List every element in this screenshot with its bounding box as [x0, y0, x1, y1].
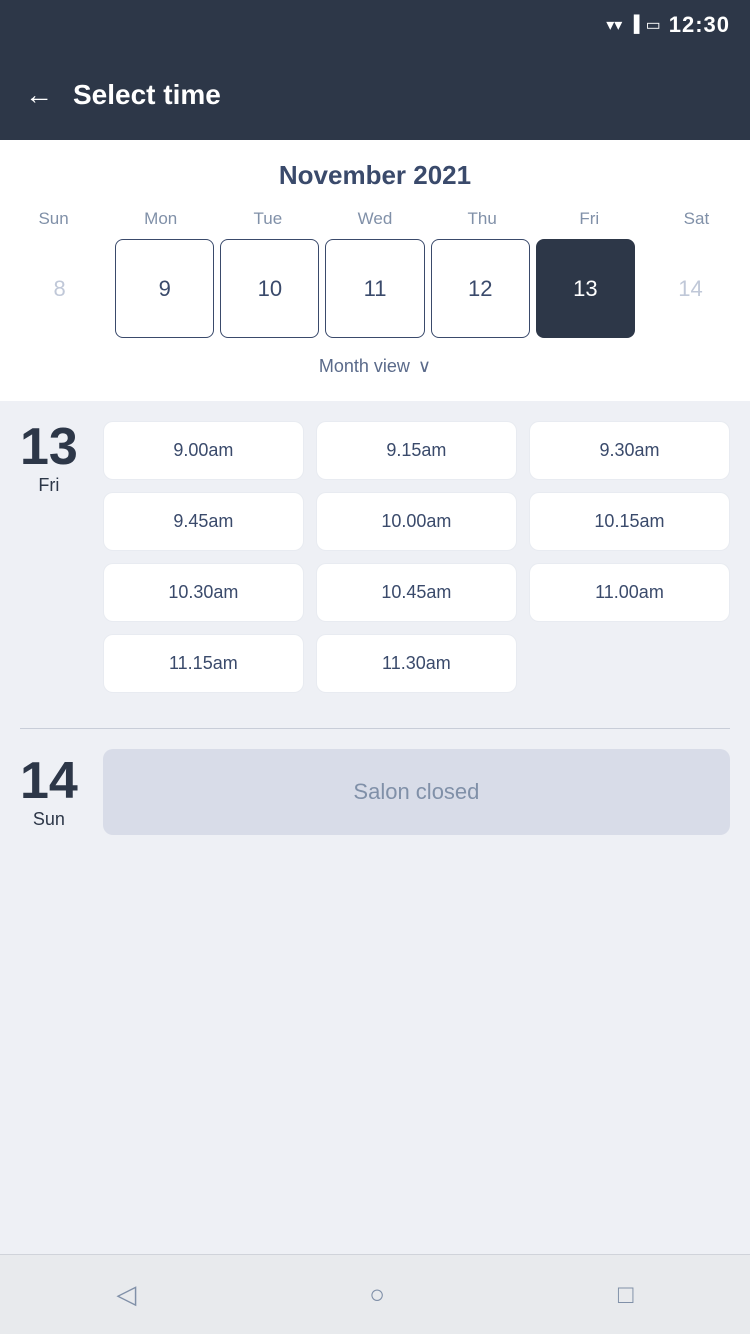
- day-header-sat: Sat: [643, 209, 750, 229]
- day-header-sun: Sun: [0, 209, 107, 229]
- month-view-row[interactable]: Month view ∨: [0, 348, 750, 391]
- slot-945am[interactable]: 9.45am: [103, 492, 304, 551]
- nav-recent-icon[interactable]: □: [618, 1279, 634, 1310]
- day-13-num-label: 13 Fri: [20, 421, 78, 496]
- nav-bar: ◁ ○ □: [0, 1254, 750, 1334]
- wifi-icon: ▾▾: [606, 15, 622, 35]
- slot-1115am[interactable]: 11.15am: [103, 634, 304, 693]
- status-time: 12:30: [669, 12, 730, 38]
- status-icons: ▾▾ ▐ ▭: [606, 15, 661, 35]
- month-year-title: November 2021: [0, 160, 750, 191]
- salon-closed-label: Salon closed: [353, 779, 479, 804]
- battery-icon: ▭: [646, 15, 661, 35]
- slot-1030am[interactable]: 10.30am: [103, 563, 304, 622]
- date-cell-10[interactable]: 10: [220, 239, 319, 338]
- day-header-thu: Thu: [429, 209, 536, 229]
- day-divider: [20, 728, 730, 729]
- back-button[interactable]: ←: [25, 81, 53, 109]
- nav-home-icon[interactable]: ○: [369, 1279, 385, 1310]
- chevron-down-icon: ∨: [418, 356, 431, 377]
- slot-1100am[interactable]: 11.00am: [529, 563, 730, 622]
- slot-930am[interactable]: 9.30am: [529, 421, 730, 480]
- day-13-label-row: 13 Fri 9.00am 9.15am 9.30am 9.45am 10.00…: [20, 421, 730, 693]
- nav-back-icon[interactable]: ◁: [116, 1279, 136, 1310]
- day-13-name: Fri: [20, 475, 78, 496]
- date-cell-8[interactable]: 8: [10, 239, 109, 338]
- status-bar: ▾▾ ▐ ▭ 12:30: [0, 0, 750, 50]
- day-header-mon: Mon: [107, 209, 214, 229]
- day-13-slots-grid: 9.00am 9.15am 9.30am 9.45am 10.00am 10.1…: [103, 421, 730, 693]
- signal-icon: ▐: [628, 16, 639, 34]
- time-slots-section: 13 Fri 9.00am 9.15am 9.30am 9.45am 10.00…: [0, 401, 750, 1254]
- day-14-num-label: 14 Sun: [20, 755, 78, 830]
- day-14-number: 14: [20, 755, 78, 807]
- day-header-tue: Tue: [214, 209, 321, 229]
- slot-900am[interactable]: 9.00am: [103, 421, 304, 480]
- slot-1130am[interactable]: 11.30am: [316, 634, 517, 693]
- month-view-label: Month view: [319, 356, 410, 377]
- day-13-block: 13 Fri 9.00am 9.15am 9.30am 9.45am 10.00…: [0, 401, 750, 718]
- header: ← Select time: [0, 50, 750, 140]
- salon-closed-box: Salon closed: [103, 749, 730, 835]
- date-cell-11[interactable]: 11: [325, 239, 424, 338]
- day-14-block: 14 Sun Salon closed: [0, 739, 750, 855]
- day-headers: Sun Mon Tue Wed Thu Fri Sat: [0, 209, 750, 229]
- calendar-section: November 2021 Sun Mon Tue Wed Thu Fri Sa…: [0, 140, 750, 401]
- date-row: 8 9 10 11 12 13 14: [0, 239, 750, 338]
- date-cell-13[interactable]: 13: [536, 239, 635, 338]
- slot-1015am[interactable]: 10.15am: [529, 492, 730, 551]
- slot-1045am[interactable]: 10.45am: [316, 563, 517, 622]
- date-cell-9[interactable]: 9: [115, 239, 214, 338]
- date-cell-12[interactable]: 12: [431, 239, 530, 338]
- day-13-number: 13: [20, 421, 78, 473]
- day-14-row: 14 Sun Salon closed: [20, 749, 730, 835]
- day-14-name: Sun: [20, 809, 78, 830]
- day-header-fri: Fri: [536, 209, 643, 229]
- slot-1000am[interactable]: 10.00am: [316, 492, 517, 551]
- date-cell-14[interactable]: 14: [641, 239, 740, 338]
- day-header-wed: Wed: [321, 209, 428, 229]
- slot-915am[interactable]: 9.15am: [316, 421, 517, 480]
- page-title: Select time: [73, 79, 221, 111]
